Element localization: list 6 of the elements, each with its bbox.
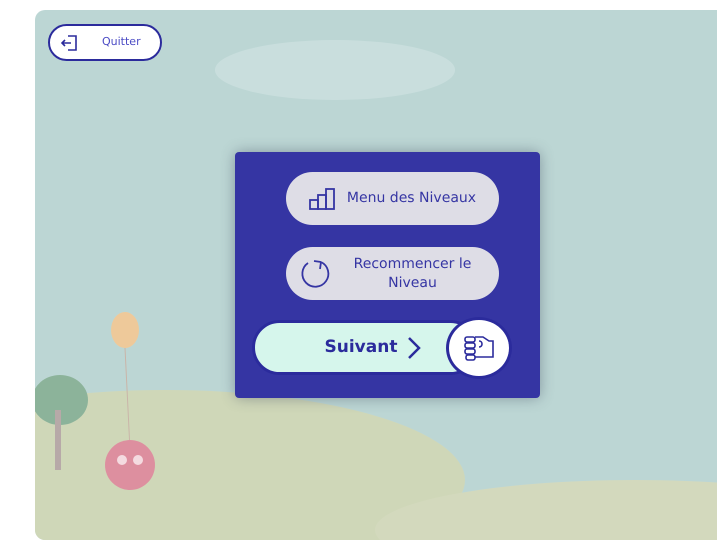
quit-button[interactable]: Quitter [48, 24, 162, 61]
level-menu-button[interactable]: Menu des Niveaux [286, 172, 499, 225]
exit-icon [60, 34, 78, 52]
restart-button[interactable]: Recommencer le Niveau [286, 247, 499, 300]
chevron-right-icon [407, 336, 422, 360]
fist-icon [462, 333, 494, 363]
